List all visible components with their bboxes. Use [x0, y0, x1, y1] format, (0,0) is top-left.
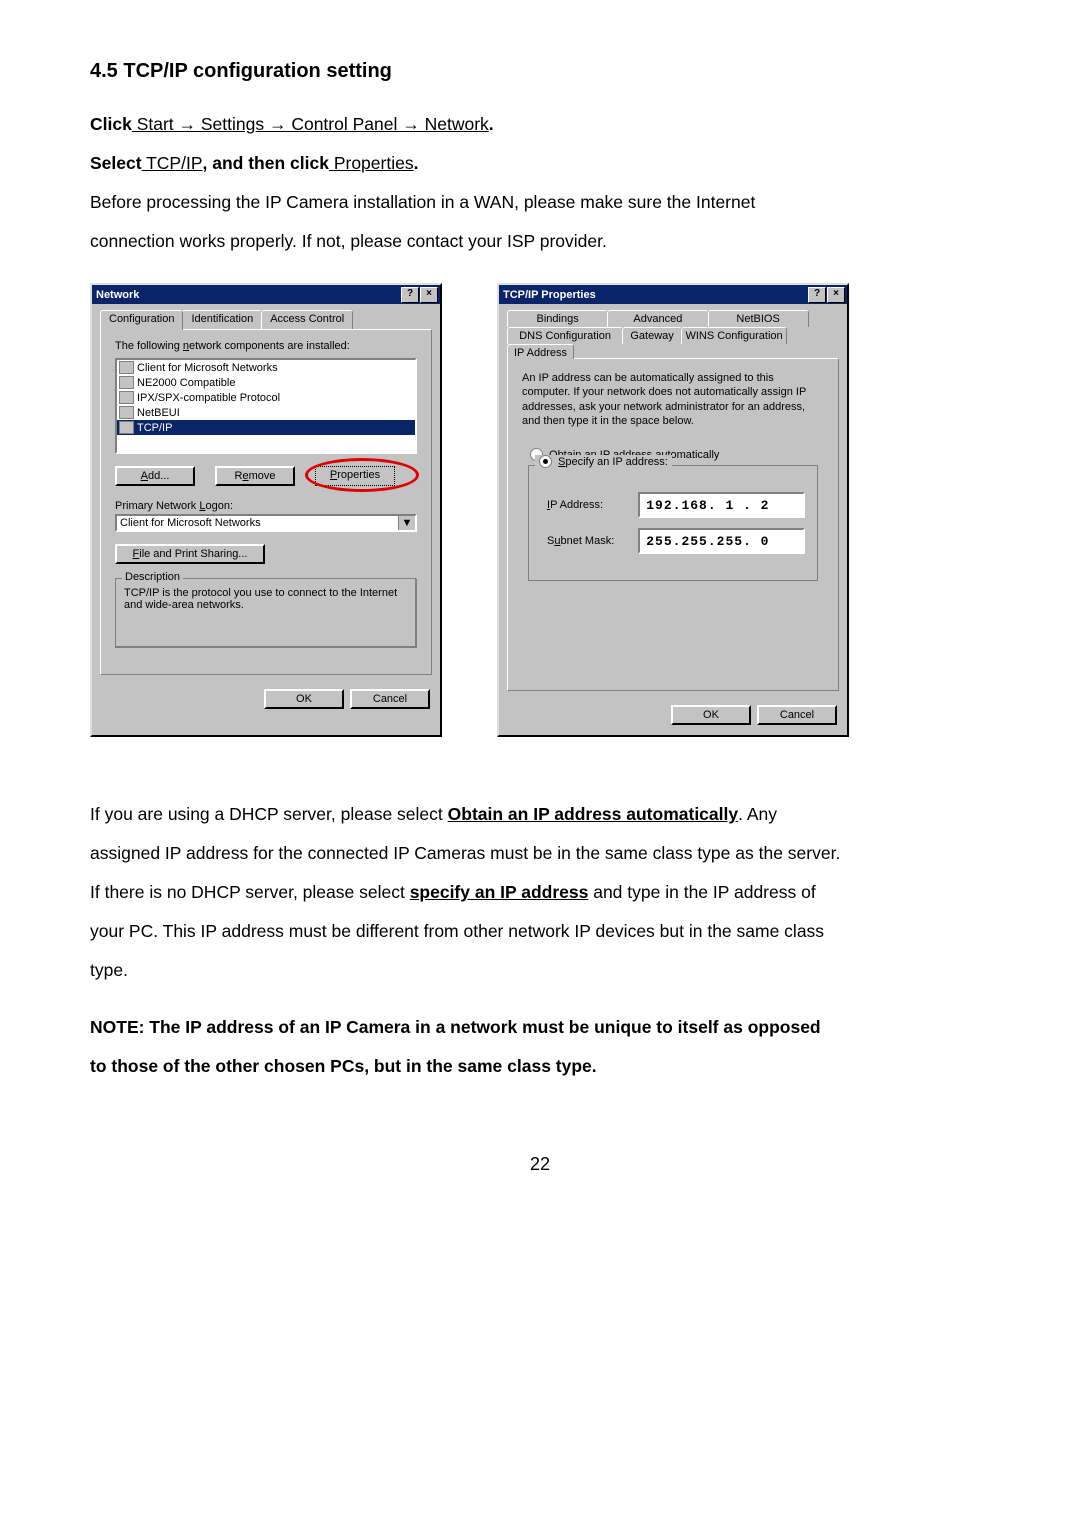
plabel-b: ogon: [205, 500, 233, 512]
list-item[interactable]: NetBEUI [117, 405, 415, 420]
titlebar-buttons: ? × [807, 287, 845, 303]
paragraph-3: assigned IP address for the connected IP… [90, 836, 990, 871]
components-b: etwork components are installed: [189, 340, 350, 352]
adapter-icon [119, 376, 134, 389]
paragraph-4: If there is no DHCP server, please selec… [90, 875, 990, 910]
client-icon [119, 361, 134, 374]
tab-wins[interactable]: WINS Configuration [681, 327, 787, 344]
tab-identification[interactable]: Identification [182, 310, 262, 330]
specify-fieldset: Specify an IP address: IP Address: 192.1… [528, 465, 818, 581]
protocol-icon [119, 406, 134, 419]
components-a: The following [115, 340, 183, 352]
cancel-button[interactable]: Cancel [757, 705, 837, 725]
description-title: Description [122, 571, 183, 583]
tab-configuration[interactable]: Configuration [100, 310, 183, 330]
ok-button[interactable]: OK [264, 689, 344, 709]
cancel-button[interactable]: Cancel [350, 689, 430, 709]
tcpip-title: TCP/IP Properties [503, 289, 596, 301]
primary-logon-dropdown[interactable]: ▼ [115, 514, 417, 532]
list-item[interactable]: Client for Microsoft Networks [117, 360, 415, 375]
dropdown-arrow-icon[interactable]: ▼ [398, 516, 415, 530]
select-word: Select [90, 153, 142, 173]
page-number: 22 [90, 1154, 990, 1175]
ip-address-label: IP Address: [547, 499, 624, 511]
radio-label: Specify an IP address: [558, 456, 668, 468]
file-print-sharing-button[interactable]: File and Print Sharing...File and Print … [115, 544, 265, 564]
tcpip-content: An IP address can be automatically assig… [507, 358, 839, 691]
tcpip-dialog: TCP/IP Properties ? × Bindings Advanced … [497, 283, 849, 737]
list-item-selected[interactable]: TCP/IP [117, 420, 415, 435]
punct2: . [414, 153, 419, 173]
subnet-label: Subnet Mask: [547, 535, 624, 547]
description-group: Description TCP/IP is the protocol you u… [115, 578, 417, 648]
help-button[interactable]: ? [401, 287, 419, 303]
radio-specify[interactable]: Specify an IP address: [535, 455, 672, 468]
network-titlebar: Network ? × [92, 285, 440, 304]
click-word: Click [90, 114, 132, 134]
punct: . [489, 114, 494, 134]
item-label: IPX/SPX-compatible Protocol [137, 392, 280, 404]
protocol-icon [119, 421, 134, 434]
item-label: NetBEUI [137, 407, 180, 419]
network-title: Network [96, 289, 139, 301]
close-button[interactable]: × [827, 287, 845, 303]
components-label: The following network components are ins… [115, 340, 417, 352]
list-item[interactable]: IPX/SPX-compatible Protocol [117, 390, 415, 405]
paragraph-5: your PC. This IP address must be differe… [90, 914, 990, 949]
p2c: . Any [738, 804, 777, 824]
paragraph-1a: Before processing the IP Camera installa… [90, 185, 990, 220]
section-heading: 4.5 TCP/IP configuration setting [90, 60, 990, 83]
select-line: Select TCP/IP, and then click Properties… [90, 146, 990, 181]
help-button[interactable]: ? [808, 287, 826, 303]
paragraph-6: type. [90, 953, 990, 988]
subnet-input[interactable]: 255.255.255. 0 [638, 528, 805, 554]
primary-logon-value[interactable] [117, 516, 398, 530]
tab-bindings[interactable]: Bindings [507, 310, 608, 327]
paragraph-1b: connection works properly. If not, pleas… [90, 224, 990, 259]
tab-advanced[interactable]: Advanced [607, 310, 708, 327]
click-path-line: Click Start → Settings → Control Panel →… [90, 107, 990, 142]
remove-button[interactable]: RemoveRemove [215, 466, 295, 486]
tcpip-word: TCP/IP [142, 153, 203, 173]
p4c: and type in the IP address of [588, 882, 815, 902]
note-line-1: NOTE: The IP address of an IP Camera in … [90, 1010, 990, 1045]
item-label: TCP/IP [137, 422, 172, 434]
tab-ip-address[interactable]: IP Address [507, 344, 574, 359]
network-tabs: Configuration Identification Access Cont… [100, 310, 432, 330]
network-dialog: Network ? × Configuration Identification… [90, 283, 442, 737]
p2a: If you are using a DHCP server, please s… [90, 804, 448, 824]
components-listbox[interactable]: Client for Microsoft Networks NE2000 Com… [115, 358, 417, 454]
then-click: , and then click [203, 153, 329, 173]
plabel-a: Primary Network [115, 500, 199, 512]
properties-word: Properties [329, 153, 414, 173]
ip-address-input[interactable]: 192.168. 1 . 2 [638, 492, 805, 518]
radio-checked-icon [539, 455, 552, 468]
add-button[interactable]: AAdd...dd... [115, 466, 195, 486]
primary-logon-label: Primary Network Logon: [115, 500, 417, 512]
properties-button[interactable]: PropertiesProperties [315, 466, 395, 486]
explain-text: An IP address can be automatically assig… [522, 371, 824, 428]
description-text: TCP/IP is the protocol you use to connec… [124, 587, 408, 611]
protocol-icon [119, 391, 134, 404]
titlebar-buttons: ? × [400, 287, 438, 303]
p2b: Obtain an IP address automatically [448, 804, 738, 824]
ok-button[interactable]: OK [671, 705, 751, 725]
tab-dns[interactable]: DNS Configuration [507, 327, 623, 344]
item-label: NE2000 Compatible [137, 377, 235, 389]
note-line-2: to those of the other chosen PCs, but in… [90, 1049, 990, 1084]
tab-content: The following network components are ins… [100, 329, 432, 675]
list-item[interactable]: NE2000 Compatible [117, 375, 415, 390]
tcpip-titlebar: TCP/IP Properties ? × [499, 285, 847, 304]
paragraph-2: If you are using a DHCP server, please s… [90, 797, 990, 832]
tcpip-tabs: Bindings Advanced NetBIOS DNS Configurat… [507, 310, 839, 359]
close-button[interactable]: × [420, 287, 438, 303]
tab-netbios[interactable]: NetBIOS [708, 310, 809, 327]
p4b: specify an IP address [410, 882, 589, 902]
p4a: If there is no DHCP server, please selec… [90, 882, 410, 902]
nav-path: Start → Settings → Control Panel → Netwo… [132, 114, 489, 134]
item-label: Client for Microsoft Networks [137, 362, 278, 374]
tab-access-control[interactable]: Access Control [261, 310, 353, 330]
tab-gateway[interactable]: Gateway [622, 327, 682, 344]
